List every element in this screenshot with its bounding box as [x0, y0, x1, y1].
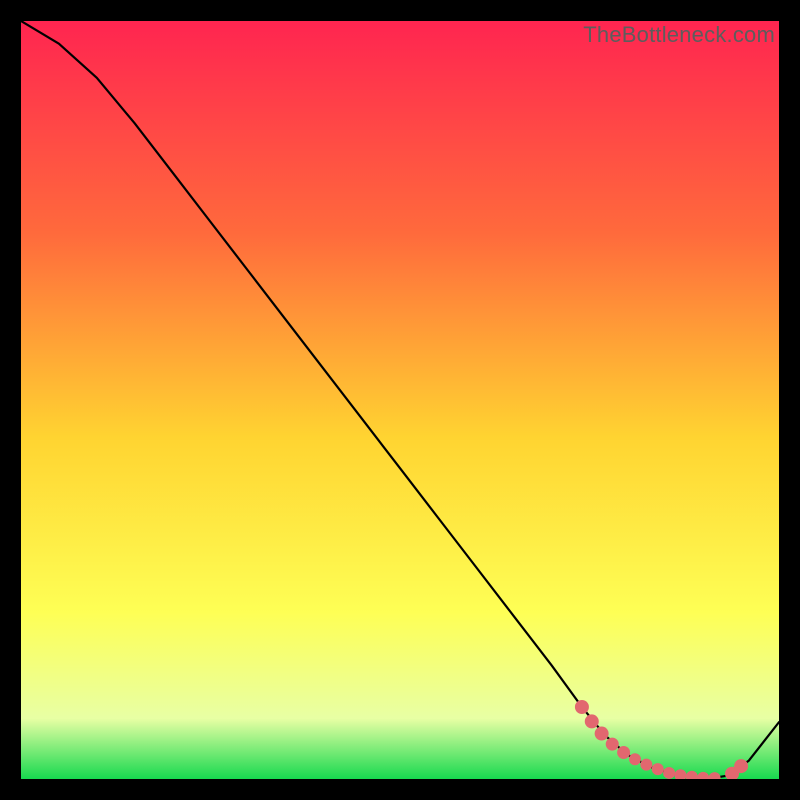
marker-dot [617, 746, 630, 759]
marker-dot [595, 727, 609, 741]
marker-dot [575, 700, 589, 714]
marker-dot [663, 767, 675, 779]
marker-dot [585, 714, 599, 728]
gradient-background [21, 21, 779, 779]
marker-dot [734, 759, 748, 773]
chart-frame: TheBottleneck.com [21, 21, 779, 779]
marker-dot [652, 763, 664, 775]
marker-dot [629, 753, 641, 765]
plot-area [21, 21, 779, 779]
watermark-text: TheBottleneck.com [583, 22, 775, 48]
marker-dot [606, 738, 619, 751]
plot-svg [21, 21, 779, 779]
marker-dot [640, 759, 652, 771]
